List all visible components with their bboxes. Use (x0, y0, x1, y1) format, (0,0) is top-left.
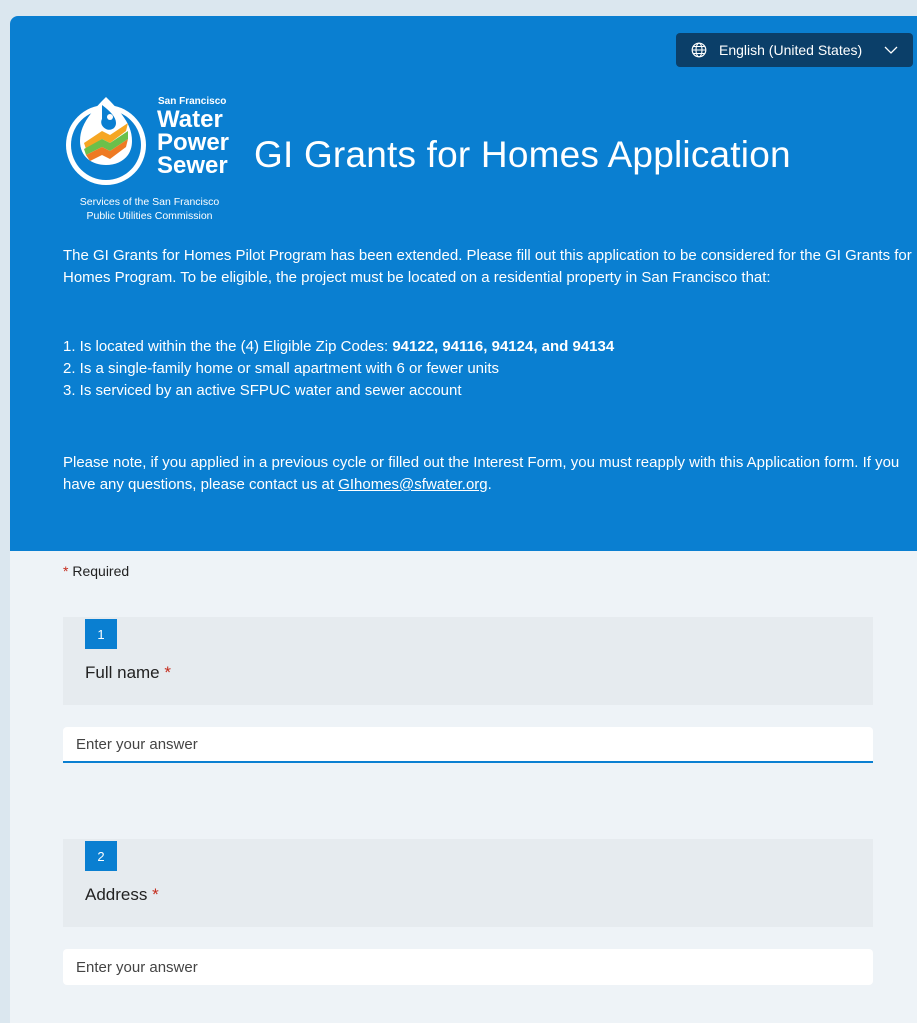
form-page: English (United States) San Francisco Wa… (10, 16, 917, 1023)
question-number: 2 (85, 841, 117, 871)
eligibility-item-1-text: 1. Is located within the the (4) Eligibl… (63, 338, 393, 355)
required-label: Required (72, 563, 130, 579)
language-label: English (United States) (719, 42, 863, 58)
eligibility-item-2: 2. Is a single-family home or small apar… (63, 360, 500, 377)
required-legend: * Required (63, 563, 129, 579)
logo-word-water: Water (157, 106, 223, 133)
eligibility-item-3: 3. Is serviced by an active SFPUC water … (63, 382, 462, 399)
logo-wordmark: Water Power Sewer (157, 106, 230, 179)
intro-text: The GI Grants for Homes Pilot Program ha… (63, 247, 912, 286)
logo-word-power: Power (157, 129, 230, 156)
form-header: English (United States) San Francisco Wa… (10, 16, 917, 551)
logo-services-line1: Services of the San Francisco (79, 196, 220, 208)
logo-services-text: Services of the San Francisco Public Uti… (62, 195, 237, 223)
question-title: Full name (85, 663, 160, 682)
form-title: GI Grants for Homes Application (254, 134, 791, 175)
logo-word-sewer: Sewer (157, 152, 228, 179)
required-star: * (63, 563, 69, 579)
question-title: Address (85, 885, 148, 904)
sfpuc-logo: San Francisco Water Power Sewer Services… (62, 91, 240, 226)
note-suffix: . (487, 476, 492, 493)
logo-services-line2: Public Utilities Commission (86, 210, 213, 222)
language-selector[interactable]: English (United States) (676, 33, 913, 67)
full-name-input[interactable] (63, 727, 873, 763)
question-card-address: 2 Address * (63, 839, 873, 927)
question-label-full-name: Full name * (85, 663, 171, 683)
required-star: * (152, 885, 159, 904)
reapply-note: Please note, if you applied in a previou… (63, 452, 913, 496)
contact-email-link[interactable]: GIhomes@sfwater.org (338, 476, 487, 493)
question-label-address: Address * (85, 885, 159, 905)
question-card-full-name: 1 Full name * (63, 617, 873, 705)
question-number: 1 (85, 619, 117, 649)
address-input[interactable] (63, 949, 873, 985)
water-drop-logo-icon (66, 97, 146, 185)
eligibility-item-1: 1. Is located within the the (4) Eligibl… (63, 336, 913, 358)
globe-icon (691, 42, 707, 58)
chevron-down-icon (884, 46, 898, 54)
eligibility-list: 1. Is located within the the (4) Eligibl… (63, 336, 913, 402)
required-star: * (164, 663, 171, 682)
zip-codes: 94122, 94116, 94124, and 94134 (392, 338, 615, 355)
